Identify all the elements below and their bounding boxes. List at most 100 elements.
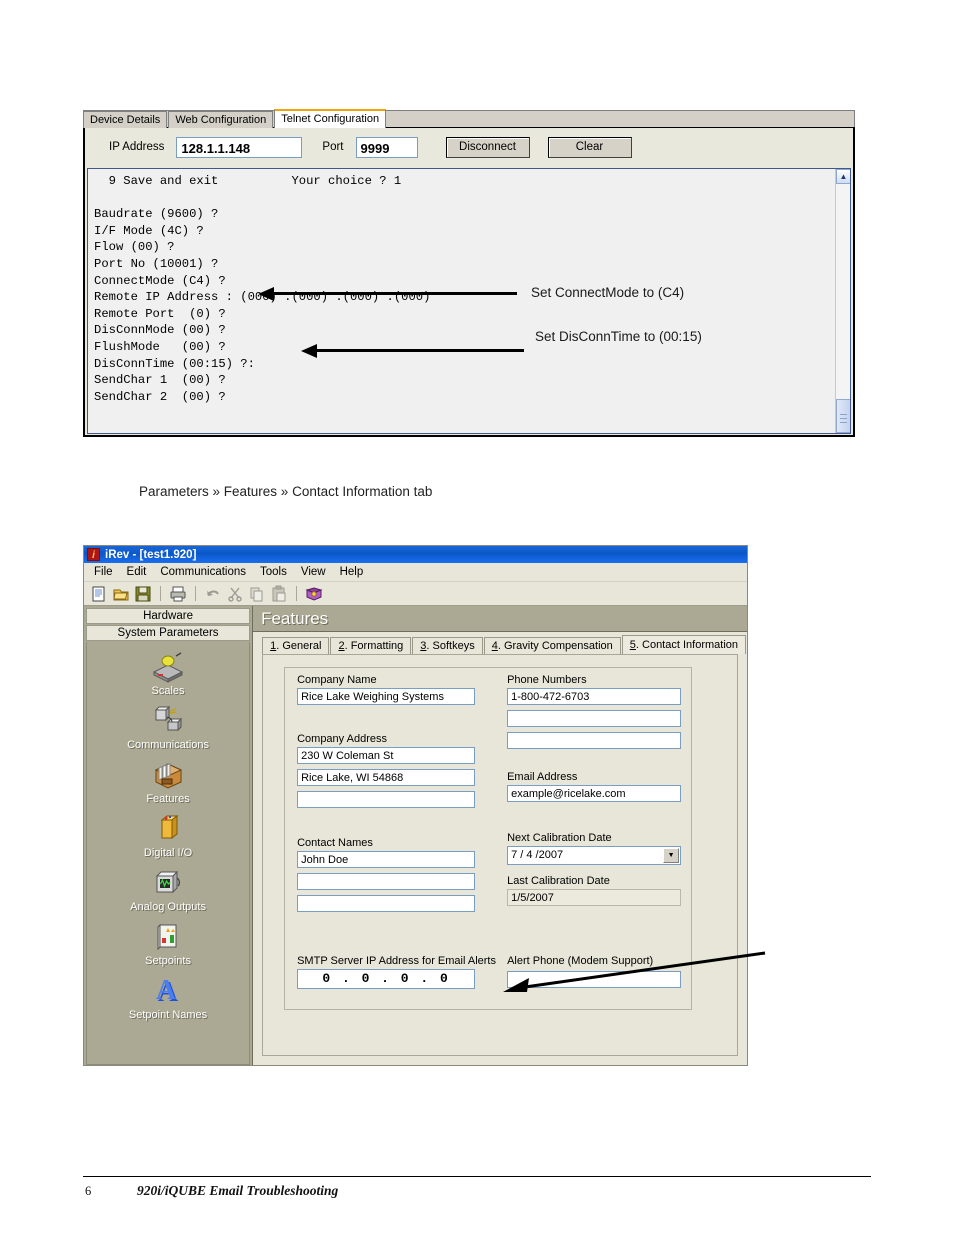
alert-phone-input[interactable] <box>507 971 682 988</box>
phone-input-3[interactable] <box>507 732 682 749</box>
sidebar-item-setpoint-names-label: Setpoint Names <box>128 1009 208 1021</box>
contact-names-label: Contact Names <box>297 837 373 849</box>
company-name-label: Company Name <box>297 674 377 686</box>
smtp-server-label: SMTP Server IP Address for Email Alerts <box>297 955 496 967</box>
figure-caption: Parameters » Features » Contact Informat… <box>139 484 433 499</box>
sidebar-item-scales[interactable]: Scales <box>87 650 249 697</box>
contact-information-panel: Company Name Rice Lake Weighing Systems … <box>262 654 738 1056</box>
tab-web-configuration-label: Web Configuration <box>175 114 267 126</box>
company-address-input-1[interactable]: 230 W Coleman St <box>297 747 476 764</box>
telnet-panel: IP Address 128.1.1.148 Port 9999 Disconn… <box>83 127 855 437</box>
sidebar-item-setpoint-names[interactable]: A A Setpoint Names <box>87 974 249 1021</box>
footer-rule <box>83 1176 871 1177</box>
new-document-icon[interactable] <box>90 585 108 603</box>
sidebar-item-setpoints-label: Setpoints <box>145 955 191 967</box>
tool-bar <box>84 582 747 606</box>
setpoint-names-icon: A A <box>148 974 188 1008</box>
connectmode-annotation-label: Set ConnectMode to (C4) <box>531 285 685 300</box>
scrollbar-thumb[interactable] <box>836 399 850 433</box>
footer-page-number: 6 <box>85 1184 92 1198</box>
disconnect-button[interactable]: Disconnect <box>445 136 530 158</box>
last-calibration-date-label: Last Calibration Date <box>507 875 610 887</box>
telnet-scrollbar[interactable]: ▲ <box>835 169 850 433</box>
contact-name-input-3[interactable] <box>297 895 476 912</box>
setpoints-icon <box>148 920 188 954</box>
email-address-input[interactable]: example@ricelake.com <box>507 785 682 802</box>
features-box-icon <box>148 758 188 792</box>
sidebar-item-digital-io[interactable]: Digital I/O <box>87 812 249 859</box>
tab-gravity-compensation[interactable]: 4. Gravity Compensation <box>483 637 621 654</box>
tab-formatting[interactable]: 2. Formatting <box>330 637 412 654</box>
sidebar-item-setpoints[interactable]: Setpoints <box>87 920 249 967</box>
sidebar-item-analog-outputs[interactable]: Analog Outputs <box>87 866 249 913</box>
tab-device-details[interactable]: Device Details <box>83 111 168 128</box>
sidebar-item-features[interactable]: Features <box>87 758 249 805</box>
telnet-console[interactable]: 9 Save and exit Your choice ? 1 Baudrate… <box>87 168 851 434</box>
window-title: iRev - [test1.920] <box>105 548 197 561</box>
sidebar-item-communications[interactable]: Communications <box>87 704 249 751</box>
menu-help[interactable]: Help <box>340 566 364 578</box>
save-disk-icon[interactable] <box>134 585 152 603</box>
menu-bar: File Edit Communications Tools View Help <box>84 563 747 582</box>
menu-file[interactable]: File <box>94 566 113 578</box>
chevron-down-icon[interactable]: ▼ <box>663 848 680 863</box>
tab-web-configuration[interactable]: Web Configuration <box>168 111 274 128</box>
smtp-server-ip-input[interactable]: 0 . 0 . 0 . 0 <box>297 969 476 989</box>
copy-icon <box>248 585 266 603</box>
phone-input-1[interactable]: 1-800-472-6703 <box>507 688 682 705</box>
ip-address-input[interactable]: 128.1.1.148 <box>176 136 303 158</box>
toolbar-separator <box>195 586 196 601</box>
sidebar-item-digital-io-label: Digital I/O <box>143 847 193 859</box>
scroll-up-arrow-icon[interactable]: ▲ <box>836 169 850 184</box>
next-calibration-date-label: Next Calibration Date <box>507 832 612 844</box>
tab-gravity-label: . Gravity Compensation <box>497 640 613 652</box>
disconntime-arrow-head-icon <box>301 344 317 358</box>
undo-icon <box>204 585 222 603</box>
phone-numbers-label: Phone Numbers <box>507 674 587 686</box>
sidebar-item-scales-label: Scales <box>151 685 185 697</box>
next-calibration-date-combo[interactable]: 7 / 4 /2007 ▼ <box>507 846 682 865</box>
tab-softkeys[interactable]: 3. Softkeys <box>412 637 483 654</box>
tab-general[interactable]: 1. General <box>262 637 330 654</box>
email-address-label: Email Address <box>507 771 578 783</box>
contact-name-input-2[interactable] <box>297 873 476 890</box>
title-bar: i iRev - [test1.920] <box>84 546 747 563</box>
ip-address-label: IP Address <box>109 141 165 153</box>
digital-io-icon <box>148 812 188 846</box>
app-icon: i <box>87 548 100 561</box>
menu-view[interactable]: View <box>301 566 326 578</box>
open-folder-icon[interactable] <box>112 585 130 603</box>
next-calibration-date-value: 7 / 4 /2007 <box>511 849 564 861</box>
menu-tools[interactable]: Tools <box>260 566 287 578</box>
company-address-input-2[interactable]: Rice Lake, WI 54868 <box>297 769 476 786</box>
contact-name-input-1[interactable]: John Doe <box>297 851 476 868</box>
port-input[interactable]: 9999 <box>355 136 418 158</box>
help-book-icon[interactable] <box>305 585 323 603</box>
tab-contact-information[interactable]: 5. Contact Information <box>621 635 746 654</box>
sidebar-item-communications-label: Communications <box>127 739 209 751</box>
connectmode-arrow-line <box>274 292 517 295</box>
connectmode-arrow-head-icon <box>258 287 274 301</box>
paste-icon <box>270 585 288 603</box>
feature-tabs: 1. General 2. Formatting 3. Softkeys 4. … <box>253 634 747 654</box>
phone-input-2[interactable] <box>507 710 682 727</box>
company-address-input-3[interactable] <box>297 791 476 808</box>
telnet-toolbar: IP Address 128.1.1.148 Port 9999 Disconn… <box>85 128 853 166</box>
tab-telnet-configuration[interactable]: Telnet Configuration <box>274 109 387 128</box>
tab-general-label: . General <box>276 640 322 652</box>
sidebar-header-system-parameters[interactable]: System Parameters <box>86 625 251 641</box>
clear-button[interactable]: Clear <box>547 136 632 158</box>
cut-scissors-icon <box>226 585 244 603</box>
sidebar-header-hardware[interactable]: Hardware <box>86 608 251 624</box>
company-name-input[interactable]: Rice Lake Weighing Systems <box>297 688 476 705</box>
menu-edit[interactable]: Edit <box>127 566 147 578</box>
menu-communications[interactable]: Communications <box>160 566 246 578</box>
communications-icon <box>148 704 188 738</box>
page-title: Features <box>253 606 747 632</box>
sidebar: Hardware System Parameters Scales Commun… <box>84 606 254 1065</box>
scale-icon <box>148 650 188 684</box>
irev-application-window: i iRev - [test1.920] File Edit Communica… <box>83 545 748 1066</box>
print-icon[interactable] <box>169 585 187 603</box>
sidebar-item-list: Scales Communications Features Digital I… <box>86 642 251 1065</box>
svg-text:A: A <box>156 975 177 1006</box>
